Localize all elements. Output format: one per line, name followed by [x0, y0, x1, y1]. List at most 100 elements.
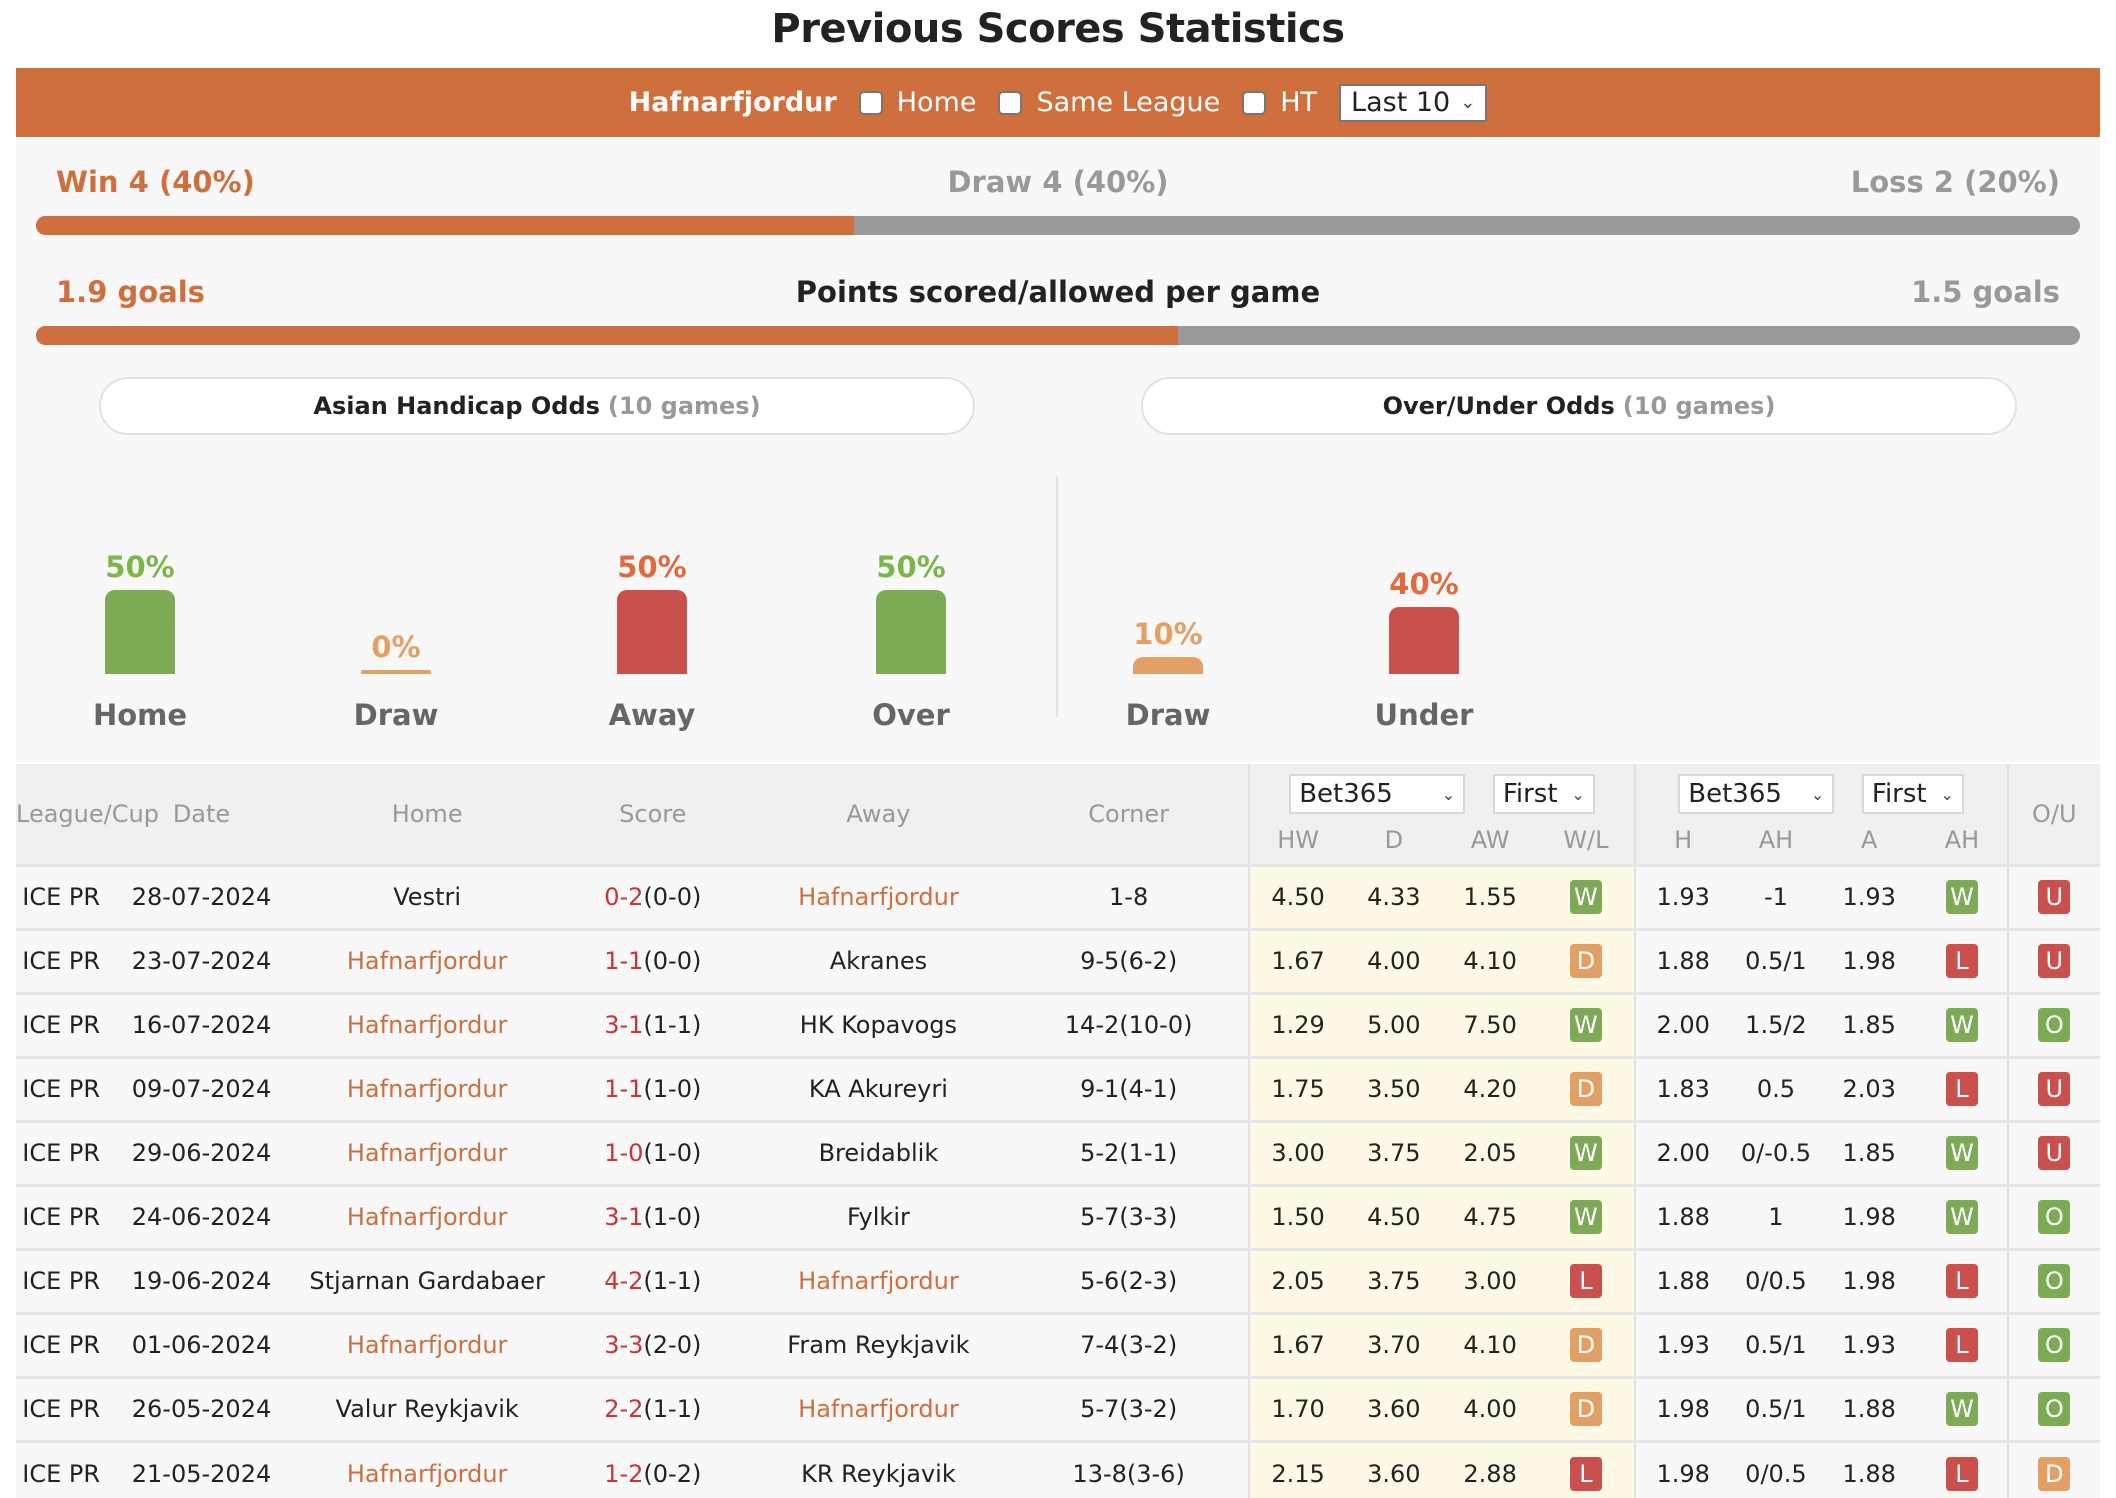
- home-team-cell: Stjarnan Gardabaer: [296, 1247, 558, 1313]
- away-team-link[interactable]: Hafnarfjordur: [798, 1267, 959, 1295]
- period-select-1x2[interactable]: First ⌄: [1492, 774, 1595, 814]
- home-team-link[interactable]: Hafnarfjordur: [347, 947, 508, 975]
- table-row[interactable]: ICE PR 21-05-2024 Hafnarfjordur 1-2(0-2) KR …: [16, 1439, 2100, 1498]
- ah-title: Asian Handicap Odds: [313, 392, 600, 420]
- score-cell: 1-2(0-2): [557, 1439, 749, 1498]
- score-cell: 3-1(1-0): [557, 1183, 749, 1249]
- league-cell: ICE PR: [16, 927, 107, 993]
- away-team-link[interactable]: Fram Reykjavik: [787, 1331, 969, 1359]
- checkbox-box[interactable]: [1242, 90, 1267, 115]
- half-time-score: (1-0): [643, 1203, 702, 1231]
- home-team-link[interactable]: Hafnarfjordur: [347, 1331, 508, 1359]
- bar-value-label: 40%: [1389, 566, 1459, 601]
- table-row[interactable]: ICE PR 24-06-2024 Hafnarfjordur 3-1(1-0) Fyl…: [16, 1183, 2100, 1249]
- draw-label: Draw 4 (40%): [947, 165, 1169, 199]
- draw-odds: 3.60: [1345, 1439, 1442, 1498]
- ah-result: L: [1917, 1439, 2008, 1498]
- away-team-link[interactable]: Akranes: [830, 947, 927, 975]
- league-cell: ICE PR: [16, 991, 107, 1057]
- away-team-link[interactable]: KA Akureyri: [809, 1075, 948, 1103]
- ah-count: (10 games): [607, 392, 761, 420]
- bookmaker-select-ah[interactable]: Bet365 ⌄: [1678, 774, 1835, 814]
- ou-badge: D: [2038, 1456, 2071, 1491]
- page-title: Previous Scores Statistics: [771, 6, 1345, 52]
- away-team-link[interactable]: KR Reykjavik: [801, 1460, 956, 1488]
- away-team-cell: Akranes: [748, 927, 1009, 993]
- home-team-cell: Hafnarfjordur: [296, 1119, 558, 1185]
- checkbox-box[interactable]: [858, 90, 883, 115]
- full-time-score: 3-3: [604, 1331, 644, 1359]
- ah-line: 0/0.5: [1730, 1247, 1822, 1313]
- col-d: D: [1345, 816, 1442, 865]
- corner-cell: 7-4(3-2): [1008, 1311, 1250, 1377]
- col-ah-result: AH: [1917, 816, 2008, 865]
- bar-column-under: 40% Under: [1354, 476, 1494, 736]
- corner-cell: 13-8(3-6): [1008, 1439, 1250, 1498]
- bar-category-label: Draw: [353, 698, 439, 732]
- away-win-odds: 4.10: [1442, 1311, 1539, 1377]
- filter-bar: Hafnarfjordur Home Same League HT Last 1…: [16, 68, 2100, 137]
- away-team-cell: HK Kopavogs: [748, 991, 1009, 1057]
- home-team-link[interactable]: Stjarnan Gardabaer: [309, 1267, 545, 1295]
- wl-badge: D: [1569, 1072, 1602, 1106]
- bookmaker-select-1x2[interactable]: Bet365 ⌄: [1289, 774, 1466, 814]
- wl-badge: W: [1569, 880, 1602, 914]
- ht-checkbox[interactable]: HT: [1242, 87, 1317, 118]
- table-row[interactable]: ICE PR 01-06-2024 Hafnarfjordur 3-3(2-0) Fra…: [16, 1311, 2100, 1377]
- ou-result: O: [2006, 991, 2100, 1057]
- period-value: First: [1871, 779, 1927, 809]
- col-ou: O/U: [2006, 764, 2100, 865]
- date-cell: 26-05-2024: [106, 1375, 297, 1441]
- home-team-link[interactable]: Hafnarfjordur: [347, 1011, 508, 1039]
- win-rate-fill: [36, 216, 854, 235]
- draw-odds: 3.70: [1345, 1311, 1442, 1377]
- table-row[interactable]: ICE PR 28-07-2024 Vestri 0-2(0-0) Hafnarfjor…: [16, 863, 2100, 929]
- ah-result: W: [1917, 1183, 2008, 1249]
- same-league-checkbox[interactable]: Same League: [998, 87, 1220, 118]
- home-team-link[interactable]: Hafnarfjordur: [347, 1139, 508, 1167]
- home-team-link[interactable]: Hafnarfjordur: [347, 1460, 508, 1488]
- home-team-link[interactable]: Valur Reykjavik: [336, 1395, 519, 1423]
- away-team-link[interactable]: Hafnarfjordur: [798, 1395, 959, 1423]
- full-time-score: 1-0: [604, 1139, 644, 1167]
- away-team-link[interactable]: Breidablik: [819, 1139, 939, 1167]
- table-row[interactable]: ICE PR 23-07-2024 Hafnarfjordur 1-1(0-0) Akr…: [16, 927, 2100, 993]
- ah-line: 0.5/1: [1730, 927, 1822, 993]
- date-cell: 21-05-2024: [106, 1439, 297, 1498]
- home-win-odds: 1.29: [1248, 991, 1346, 1057]
- table-row[interactable]: ICE PR 16-07-2024 Hafnarfjordur 3-1(1-1) HK …: [16, 991, 2100, 1057]
- draw-odds: 4.33: [1345, 863, 1442, 929]
- range-select[interactable]: Last 10 ⌄: [1339, 83, 1488, 122]
- ou-result: O: [2006, 1311, 2100, 1377]
- home-team-cell: Valur Reykjavik: [296, 1375, 558, 1441]
- full-time-score: 4-2: [604, 1267, 644, 1295]
- checkbox-box[interactable]: [998, 90, 1023, 115]
- full-time-score: 2-2: [604, 1395, 644, 1423]
- table-row[interactable]: ICE PR 26-05-2024 Valur Reykjavik 2-2(1-1) H…: [16, 1375, 2100, 1441]
- away-team-link[interactable]: Hafnarfjordur: [798, 883, 959, 911]
- table-row[interactable]: ICE PR 09-07-2024 Hafnarfjordur 1-1(1-0) KA …: [16, 1055, 2100, 1121]
- home-team-link[interactable]: Vestri: [393, 883, 461, 911]
- draw-odds: 5.00: [1345, 991, 1442, 1057]
- table-row[interactable]: ICE PR 29-06-2024 Hafnarfjordur 1-0(1-0) Bre…: [16, 1119, 2100, 1185]
- ah-line: -1: [1730, 863, 1822, 929]
- score-cell: 4-2(1-1): [557, 1247, 749, 1313]
- table-row[interactable]: ICE PR 19-06-2024 Stjarnan Gardabaer 4-2(1-…: [16, 1247, 2100, 1313]
- ou-badge: U: [2038, 1136, 2071, 1170]
- away-team-link[interactable]: HK Kopavogs: [800, 1011, 957, 1039]
- wl-result: L: [1538, 1247, 1635, 1313]
- wl-badge: D: [1569, 1328, 1602, 1362]
- period-select-ah[interactable]: First ⌄: [1861, 774, 1964, 814]
- away-team-link[interactable]: Fylkir: [847, 1203, 910, 1231]
- home-team-link[interactable]: Hafnarfjordur: [347, 1075, 508, 1103]
- ah-away-odds: 1.98: [1821, 1183, 1918, 1249]
- bookmaker-value: Bet365: [1688, 779, 1782, 809]
- win-label: Win 4 (40%): [56, 165, 255, 199]
- bar-value-label: 0%: [371, 630, 421, 664]
- bar-value-label: 50%: [105, 550, 175, 584]
- team-name: Hafnarfjordur: [628, 87, 837, 118]
- league-cell: ICE PR: [16, 1439, 107, 1498]
- home-checkbox[interactable]: Home: [858, 87, 976, 118]
- ah-line: 0/0.5: [1730, 1439, 1822, 1498]
- home-team-link[interactable]: Hafnarfjordur: [347, 1203, 508, 1231]
